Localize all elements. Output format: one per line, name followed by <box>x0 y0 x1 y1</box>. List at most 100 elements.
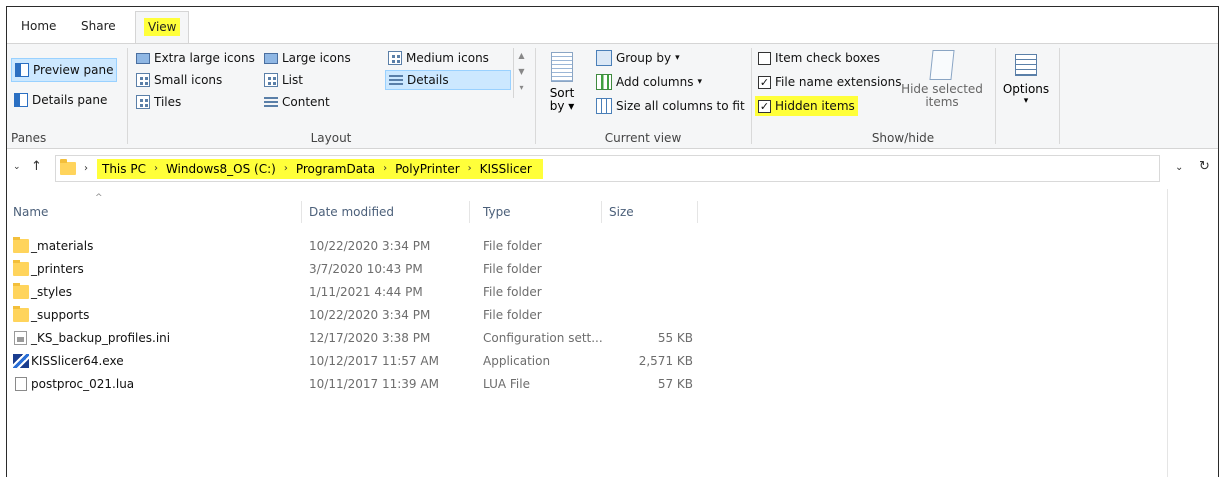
hide-selected-items-button[interactable]: Hide selected items <box>897 50 987 109</box>
file-name: KISSlicer64.exe <box>31 354 124 368</box>
group-by-dropdown-icon: ▾ <box>675 53 680 63</box>
group-by-icon <box>596 50 612 66</box>
chevron-right-icon[interactable]: › <box>76 163 93 174</box>
chevron-right-icon[interactable]: › <box>463 163 477 174</box>
table-row[interactable]: _materials 10/22/2020 3:34 PM File folde… <box>7 235 707 257</box>
medium-icons-label: Medium icons <box>406 51 489 65</box>
breadcrumb-this-pc[interactable]: This PC <box>99 162 149 176</box>
tab-view[interactable]: View <box>135 11 190 43</box>
details-view-button[interactable]: Details <box>385 70 511 90</box>
scroll-up-icon[interactable]: ▲ <box>514 48 529 64</box>
tiles-button[interactable]: Tiles <box>133 92 184 112</box>
item-check-boxes-toggle[interactable]: Item check boxes <box>755 48 883 68</box>
folder-icon <box>13 306 29 322</box>
current-view-group: Sort by ▾ Group by ▾ Add columns ▾ Size … <box>537 44 749 149</box>
show-hide-group-label: Show/hide <box>871 131 935 145</box>
up-arrow-icon[interactable]: ↑ <box>31 159 42 174</box>
list-button[interactable]: List <box>261 70 306 90</box>
show-hide-group: Item check boxes ✓ File name extensions … <box>753 44 993 149</box>
address-row: ⌄ ↑ › This PC › Windows8_OS (C:) › Progr… <box>7 150 1218 188</box>
table-row[interactable]: _supports 10/22/2020 3:34 PM File folder <box>7 304 707 326</box>
sort-by-button[interactable]: Sort by ▾ <box>547 52 577 113</box>
file-date: 10/22/2020 3:34 PM <box>309 308 431 322</box>
column-header-name[interactable]: Name <box>7 199 301 225</box>
folder-icon <box>13 260 29 276</box>
file-type: File folder <box>483 262 542 276</box>
layout-scroll[interactable]: ▲ ▼ ▾ <box>513 48 529 98</box>
hidden-items-toggle[interactable]: ✓ Hidden items <box>755 96 858 116</box>
list-scrollbar-track[interactable] <box>1167 189 1168 477</box>
file-name: _styles <box>31 285 73 299</box>
hide-selected-icon <box>929 50 955 80</box>
large-icons-button[interactable]: Large icons <box>261 48 354 68</box>
tab-home[interactable]: Home <box>13 15 64 43</box>
add-columns-dropdown-icon: ▾ <box>697 77 703 87</box>
details-pane-label: Details pane <box>32 93 108 107</box>
breadcrumb-drive[interactable]: Windows8_OS (C:) <box>163 162 279 176</box>
file-name-extensions-toggle[interactable]: ✓ File name extensions <box>755 72 905 92</box>
preview-pane-button[interactable]: Preview pane <box>11 58 118 82</box>
file-type: LUA File <box>483 377 530 391</box>
file-icon <box>15 377 27 391</box>
options-label: Options <box>1002 82 1050 96</box>
add-columns-button[interactable]: Add columns ▾ <box>593 72 705 92</box>
table-row[interactable]: _KS_backup_profiles.ini 12/17/2020 3:38 … <box>7 327 707 349</box>
column-divider[interactable] <box>601 201 602 223</box>
tab-share[interactable]: Share <box>73 15 124 43</box>
table-row[interactable]: KISSlicer64.exe 10/12/2017 11:57 AM Appl… <box>7 350 707 372</box>
file-name: _printers <box>31 262 84 276</box>
options-button[interactable]: Options ▾ <box>1001 54 1051 106</box>
column-header-date[interactable]: Date modified <box>303 199 469 225</box>
file-name: _materials <box>31 239 94 253</box>
extra-large-icons-button[interactable]: Extra large icons <box>133 48 258 68</box>
column-divider[interactable] <box>469 201 470 223</box>
content-button[interactable]: Content <box>261 92 333 112</box>
item-check-boxes-checkbox[interactable] <box>758 51 771 65</box>
add-columns-label: Add columns <box>616 75 694 89</box>
panes-group-label: Panes <box>11 131 47 145</box>
table-row[interactable]: _printers 3/7/2020 10:43 PM File folder <box>7 258 707 280</box>
address-bar[interactable]: › This PC › Windows8_OS (C:) › ProgramDa… <box>55 155 1160 182</box>
folder-icon <box>13 237 29 253</box>
file-date: 10/22/2020 3:34 PM <box>309 239 431 253</box>
file-list: ^ Name Date modified Type Size _material… <box>7 189 1167 477</box>
size-all-columns-button[interactable]: Size all columns to fit <box>593 96 748 116</box>
small-icons-button[interactable]: Small icons <box>133 70 225 90</box>
breadcrumb-programdata[interactable]: ProgramData <box>293 162 378 176</box>
options-icon <box>1015 54 1037 76</box>
scroll-down-icon[interactable]: ▼ <box>514 64 529 80</box>
address-dropdown-icon[interactable]: ⌄ <box>1175 162 1183 173</box>
breadcrumb-polyprinter[interactable]: PolyPrinter <box>392 162 463 176</box>
details-pane-button[interactable]: Details pane <box>11 88 110 112</box>
chevron-right-icon[interactable]: › <box>149 163 163 174</box>
table-row[interactable]: _styles 1/11/2021 4:44 PM File folder <box>7 281 707 303</box>
column-header-size[interactable]: Size <box>603 199 693 225</box>
file-date: 10/11/2017 11:39 AM <box>309 377 439 391</box>
column-divider[interactable] <box>301 201 302 223</box>
file-size: 57 KB <box>657 377 693 391</box>
table-row[interactable]: postproc_021.lua 10/11/2017 11:39 AM LUA… <box>7 373 707 395</box>
config-file-icon <box>14 331 27 345</box>
group-by-button[interactable]: Group by ▾ <box>593 48 683 68</box>
medium-icons-button[interactable]: Medium icons <box>385 48 492 68</box>
file-name-extensions-checkbox[interactable]: ✓ <box>758 75 771 89</box>
expand-gallery-icon[interactable]: ▾ <box>514 80 529 96</box>
column-divider[interactable] <box>697 201 698 223</box>
recent-locations-icon[interactable]: ⌄ <box>13 162 21 172</box>
item-check-boxes-label: Item check boxes <box>775 51 881 65</box>
preview-pane-icon <box>15 63 29 77</box>
column-header-type[interactable]: Type <box>477 199 601 225</box>
file-date: 12/17/2020 3:38 PM <box>309 331 431 345</box>
ribbon-tabs: Home Share View <box>7 7 1218 43</box>
file-date: 10/12/2017 11:57 AM <box>309 354 439 368</box>
chevron-right-icon[interactable]: › <box>378 163 392 174</box>
hidden-items-checkbox[interactable]: ✓ <box>758 99 771 113</box>
refresh-icon[interactable]: ↻ <box>1199 159 1210 174</box>
file-date: 3/7/2020 10:43 PM <box>309 262 423 276</box>
sort-by-label: by ▾ <box>549 99 575 113</box>
chevron-right-icon[interactable]: › <box>279 163 293 174</box>
file-type: Configuration sett... <box>483 331 603 345</box>
group-divider <box>751 48 752 144</box>
file-date: 1/11/2021 4:44 PM <box>309 285 423 299</box>
breadcrumb-kisslicer[interactable]: KISSlicer <box>477 162 535 176</box>
